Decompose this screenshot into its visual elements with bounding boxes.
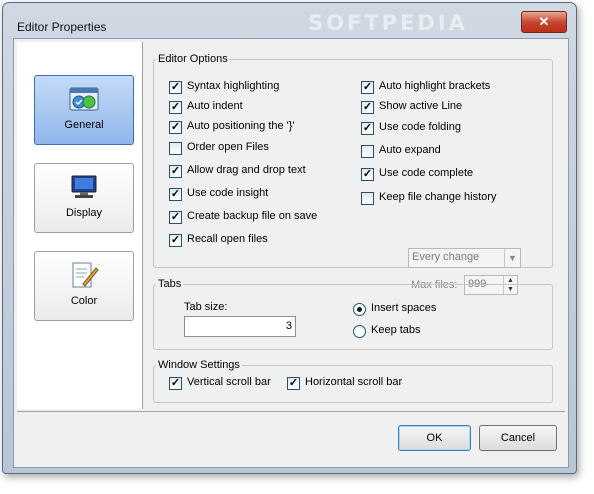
close-button[interactable]: ✕ — [521, 11, 567, 33]
radio-circle[interactable] — [353, 303, 366, 316]
chevron-down-icon: ▼ — [504, 249, 520, 267]
checkbox-label: Keep file change history — [379, 191, 497, 203]
checkbox-box[interactable] — [361, 145, 374, 158]
checkbox-label: Syntax highlighting — [187, 80, 280, 92]
history-mode-value: Every change — [412, 251, 480, 263]
checkbox-label: Use code complete — [379, 167, 474, 179]
check-icon: ✓ — [170, 101, 181, 113]
general-settings-icon — [69, 87, 99, 111]
radio-label: Keep tabs — [371, 324, 421, 336]
checkbox-label: Recall open files — [187, 233, 268, 245]
title-bar[interactable]: Editor Properties SOFTPEDIA ✕ — [3, 3, 576, 35]
monitor-icon — [71, 175, 97, 198]
checkbox-label: Vertical scroll bar — [187, 376, 271, 388]
category-panel: General Display Color — [17, 42, 143, 409]
check-icon: ✓ — [170, 121, 181, 133]
checkbox-label: Create backup file on save — [187, 210, 318, 222]
history-mode-select: Every change ▼ — [408, 248, 521, 268]
checkbox-box[interactable]: ✓ — [169, 211, 182, 224]
checkbox-box[interactable]: ✓ — [361, 122, 374, 135]
radio-circle[interactable] — [353, 325, 366, 338]
checkbox-box[interactable]: ✓ — [287, 377, 300, 390]
nav-item-color[interactable]: Color — [34, 251, 134, 321]
checkbox-label: Use code folding — [379, 121, 461, 133]
check-icon: ✓ — [362, 168, 373, 180]
nav-label-display: Display — [65, 207, 103, 219]
radio-label: Insert spaces — [371, 302, 437, 314]
checkbox-box[interactable]: ✓ — [169, 165, 182, 178]
checkbox-label: Auto positioning the '}' — [187, 120, 295, 132]
checkbox-box[interactable]: ✓ — [169, 121, 182, 134]
nav-item-display[interactable]: Display — [34, 163, 134, 233]
checkbox-box[interactable]: ✓ — [169, 81, 182, 94]
settings-area: Editor Options ✓ Syntax highlighting ✓ A… — [144, 42, 565, 409]
checkbox-label: Order open Files — [187, 141, 269, 153]
radio-dot — [357, 307, 362, 312]
checkbox-box[interactable]: ✓ — [361, 168, 374, 181]
check-icon: ✓ — [170, 211, 181, 223]
checkbox-box[interactable]: ✓ — [169, 234, 182, 247]
checkbox-label: Allow drag and drop text — [187, 164, 306, 176]
tab-size-value: 3 — [285, 320, 292, 332]
color-edit-icon — [72, 262, 99, 288]
footer-divider — [17, 411, 565, 412]
nav-label-color: Color — [70, 295, 98, 307]
checkbox-box[interactable] — [361, 192, 374, 205]
window-title: Editor Properties — [17, 20, 107, 34]
check-icon: ✓ — [170, 81, 181, 93]
checkbox-label: Use code insight — [187, 187, 269, 199]
check-icon: ✓ — [362, 101, 373, 113]
checkbox-label: Auto indent — [187, 100, 243, 112]
close-icon: ✕ — [538, 14, 550, 29]
check-icon: ✓ — [362, 122, 373, 134]
tab-size-input[interactable]: 3 — [184, 316, 296, 337]
checkbox-box[interactable]: ✓ — [169, 377, 182, 390]
nav-item-general[interactable]: General — [34, 75, 134, 145]
checkbox-box[interactable]: ✓ — [361, 81, 374, 94]
editor-properties-window: Editor Properties SOFTPEDIA ✕ General Di… — [2, 2, 577, 474]
watermark: SOFTPEDIA — [308, 11, 468, 35]
check-icon: ✓ — [288, 377, 299, 389]
window-settings-legend: Window Settings — [158, 359, 240, 371]
check-icon: ✓ — [170, 377, 181, 389]
checkbox-label: Auto expand — [379, 144, 441, 156]
editor-options-legend: Editor Options — [158, 53, 228, 65]
tab-size-label: Tab size: — [184, 301, 228, 313]
checkbox-label: Horizontal scroll bar — [305, 376, 403, 388]
checkbox-box[interactable] — [169, 142, 182, 155]
tabs-legend: Tabs — [158, 278, 182, 290]
nav-label-general: General — [64, 119, 104, 131]
checkbox-box[interactable]: ✓ — [361, 101, 374, 114]
checkbox-box[interactable]: ✓ — [169, 101, 182, 114]
cancel-button[interactable]: Cancel — [479, 425, 557, 451]
checkbox-label: Show active Line — [379, 100, 463, 112]
dialog-client-area: General Display Color Editor Options ✓ S… — [13, 38, 569, 468]
ok-button[interactable]: OK — [398, 425, 471, 451]
check-icon: ✓ — [170, 165, 181, 177]
check-icon: ✓ — [362, 81, 373, 93]
tabs-group: Tabs — [153, 278, 553, 350]
checkbox-box[interactable]: ✓ — [169, 188, 182, 201]
check-icon: ✓ — [170, 234, 181, 246]
check-icon: ✓ — [170, 188, 181, 200]
checkbox-label: Auto highlight brackets — [379, 80, 491, 92]
